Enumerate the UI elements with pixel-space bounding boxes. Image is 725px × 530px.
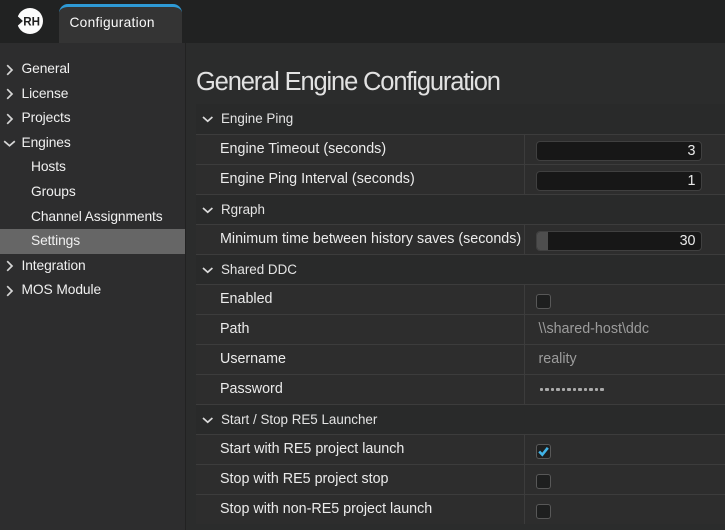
- svg-text:RH: RH: [23, 15, 40, 28]
